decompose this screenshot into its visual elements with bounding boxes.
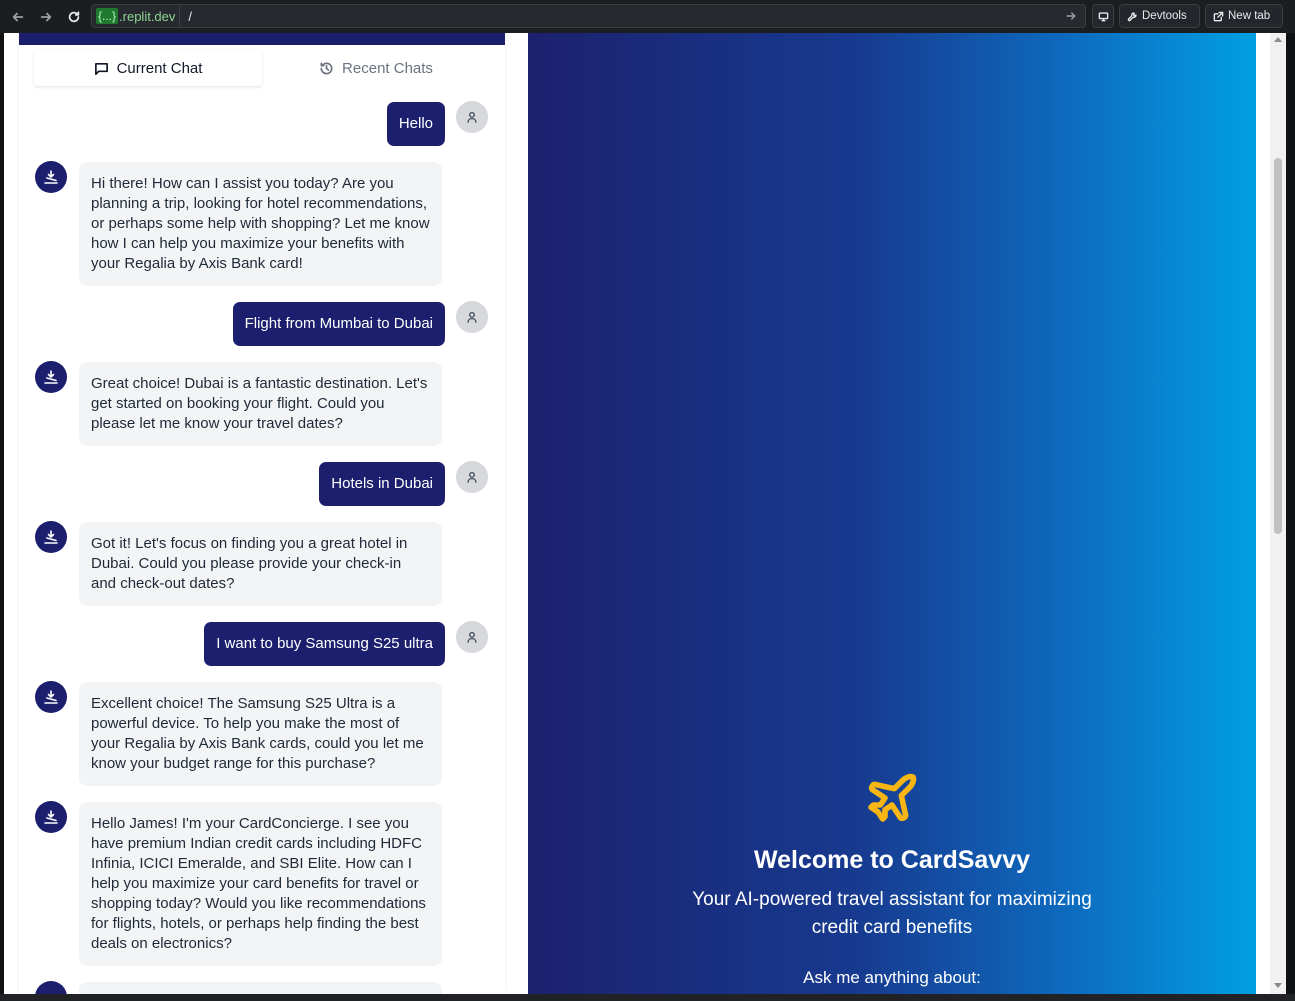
plane-landing-icon bbox=[44, 810, 58, 824]
plane-landing-icon bbox=[44, 690, 58, 704]
external-link-icon bbox=[1213, 11, 1224, 21]
user-message: Flight from Mumbai to Dubai bbox=[232, 302, 445, 346]
plane-landing-icon bbox=[44, 530, 58, 544]
plane-landing-icon bbox=[44, 170, 58, 184]
user-message: Hotels in Dubai bbox=[319, 462, 445, 506]
chat-panel: Current Chat Recent Chats Hello Hi there… bbox=[19, 33, 505, 994]
message-square-icon bbox=[94, 62, 108, 75]
assistant-avatar bbox=[35, 361, 67, 393]
new-tab-label: New tab bbox=[1228, 10, 1271, 22]
monitor-icon bbox=[1098, 11, 1108, 21]
assistant-message: Excellent choice! The Samsung S25 Ultra … bbox=[79, 682, 442, 786]
assistant-avatar bbox=[35, 801, 67, 833]
hero-subtitle: Your AI-powered travel assistant for max… bbox=[692, 889, 1092, 938]
window-bottom-edge bbox=[0, 994, 1295, 1001]
go-icon[interactable] bbox=[1065, 9, 1079, 23]
assistant-message: Hi there! How can I assist you today? Ar… bbox=[79, 162, 442, 286]
user-message: Hello bbox=[386, 102, 445, 146]
wrench-icon bbox=[1127, 11, 1137, 21]
welcome-hero: Welcome to CardSavvy Your AI-powered tra… bbox=[528, 33, 1256, 994]
reload-button[interactable] bbox=[62, 5, 86, 29]
assistant-avatar bbox=[35, 681, 67, 713]
user-avatar bbox=[456, 301, 488, 333]
tab-label: Recent Chats bbox=[342, 59, 433, 77]
devtools-button[interactable]: Devtools bbox=[1119, 4, 1200, 28]
user-icon bbox=[467, 471, 477, 483]
url-bar[interactable]: {...} .replit.dev / bbox=[91, 4, 1086, 28]
user-avatar bbox=[456, 101, 488, 133]
user-message: I want to buy Samsung S25 ultra bbox=[204, 622, 445, 666]
assistant-avatar bbox=[35, 161, 67, 193]
assistant-avatar bbox=[35, 981, 67, 994]
tab-current-chat[interactable]: Current Chat bbox=[34, 50, 262, 86]
hero-title: Welcome to CardSavvy bbox=[753, 846, 1031, 874]
assistant-message: Got it! Let's focus on finding you a gre… bbox=[79, 522, 442, 606]
page-scrollbar[interactable] bbox=[1270, 33, 1286, 994]
devtools-label: Devtools bbox=[1142, 10, 1187, 22]
tab-label: Current Chat bbox=[116, 59, 203, 77]
scroll-down-arrow[interactable] bbox=[1274, 983, 1282, 988]
plane-icon bbox=[864, 770, 920, 826]
assistant-message-partial bbox=[79, 982, 442, 994]
url-path: / bbox=[188, 8, 193, 24]
back-button[interactable] bbox=[6, 5, 30, 29]
user-icon bbox=[467, 311, 477, 323]
assistant-message: Great choice! Dubai is a fantastic desti… bbox=[79, 362, 442, 446]
forward-button[interactable] bbox=[34, 5, 58, 29]
history-icon bbox=[320, 61, 333, 74]
user-avatar bbox=[456, 461, 488, 493]
arrow-left-icon bbox=[12, 12, 24, 21]
url-host: {...} .replit.dev bbox=[92, 5, 181, 27]
chat-tabs: Current Chat Recent Chats bbox=[34, 50, 490, 86]
user-avatar bbox=[456, 621, 488, 653]
user-icon bbox=[467, 631, 477, 643]
page-viewport: Current Chat Recent Chats Hello Hi there… bbox=[4, 33, 1286, 994]
device-preview-button[interactable] bbox=[1092, 4, 1114, 28]
new-tab-button[interactable]: New tab bbox=[1205, 4, 1283, 28]
url-chip: {...} bbox=[96, 8, 119, 24]
chat-header-bar bbox=[19, 33, 505, 45]
browser-toolbar: {...} .replit.dev / Devtools New tab bbox=[0, 0, 1295, 33]
reload-icon bbox=[68, 10, 80, 22]
scroll-thumb[interactable] bbox=[1274, 158, 1282, 534]
scroll-up-arrow[interactable] bbox=[1274, 37, 1282, 42]
assistant-avatar bbox=[35, 521, 67, 553]
url-host-text: .replit.dev bbox=[119, 8, 176, 24]
user-icon bbox=[467, 111, 477, 123]
hero-prompt: Ask me anything about: bbox=[803, 968, 981, 987]
plane-landing-icon bbox=[44, 370, 58, 384]
arrow-right-icon bbox=[40, 12, 52, 21]
assistant-message: Hello James! I'm your CardConcierge. I s… bbox=[79, 802, 442, 966]
tab-recent-chats[interactable]: Recent Chats bbox=[262, 50, 490, 86]
